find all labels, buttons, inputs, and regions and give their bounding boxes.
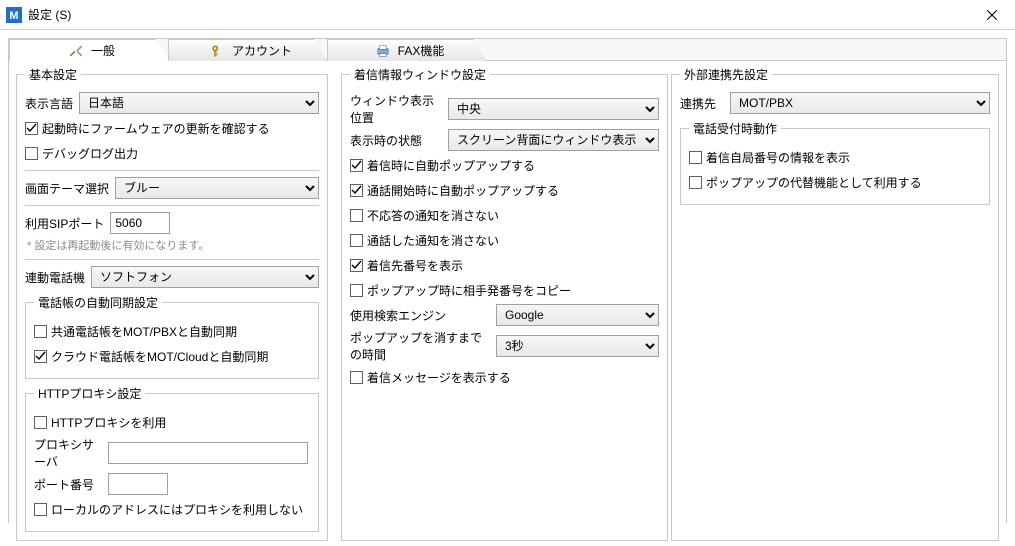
theme-label: 画面テーマ選択 bbox=[25, 180, 109, 197]
tab-general-label: 一般 bbox=[91, 42, 115, 59]
sip-port-input[interactable] bbox=[110, 212, 170, 234]
show-caller-label: 着信先番号を表示 bbox=[367, 257, 463, 274]
auto-popup-label: 着信時に自動ポップアップする bbox=[367, 157, 535, 174]
cloud-sync-checkbox[interactable]: クラウド電話帳をMOT/Cloudと自動同期 bbox=[34, 348, 268, 365]
dismiss-time-select[interactable]: 3秒 bbox=[496, 335, 659, 357]
keep-noanswer-label: 不応答の通知を消さない bbox=[367, 207, 499, 224]
keep-talked-checkbox[interactable]: 通話した通知を消さない bbox=[350, 232, 499, 249]
auto-popup-on-call-checkbox[interactable]: 通話開始時に自動ポップアップする bbox=[350, 182, 559, 199]
auto-popup-on-call-label: 通話開始時に自動ポップアップする bbox=[367, 182, 559, 199]
debug-log-label: デバッグログ出力 bbox=[42, 145, 138, 162]
external-dest-select[interactable]: MOT/PBX bbox=[730, 92, 990, 114]
show-message-label: 着信メッセージを表示する bbox=[367, 369, 511, 386]
divider bbox=[25, 259, 319, 260]
phone-label: 連動電話機 bbox=[25, 269, 85, 286]
startup-firmware-checkbox[interactable]: 起動時にファームウェアの更新を確認する bbox=[25, 120, 270, 137]
startup-firmware-label: 起動時にファームウェアの更新を確認する bbox=[42, 120, 270, 137]
phone-select[interactable]: ソフトフォン bbox=[91, 266, 319, 288]
use-proxy-checkbox[interactable]: HTTPプロキシを利用 bbox=[34, 414, 166, 431]
no-local-proxy-checkbox[interactable]: ローカルのアドレスにはプロキシを利用しない bbox=[34, 501, 303, 518]
group-http-proxy: HTTPプロキシ設定 HTTPプロキシを利用 プロキシサーバ ポート番号 bbox=[25, 385, 319, 532]
cloud-sync-label: クラウド電話帳をMOT/Cloudと自動同期 bbox=[51, 348, 268, 365]
group-incoming-legend: 着信情報ウィンドウ設定 bbox=[350, 66, 490, 83]
theme-select[interactable]: ブルー bbox=[115, 177, 319, 199]
window-position-label: ウィンドウ表示位置 bbox=[350, 92, 442, 126]
show-own-label: 着信自局番号の情報を表示 bbox=[706, 149, 850, 166]
group-phonebook-sync: 電話帳の自動同期設定 共通電話帳をMOT/PBXと自動同期 クラウド電話帳をMO… bbox=[25, 294, 319, 379]
keep-noanswer-checkbox[interactable]: 不応答の通知を消さない bbox=[350, 207, 499, 224]
group-incoming-action-legend: 電話受付時動作 bbox=[689, 120, 781, 137]
proxy-server-label: プロキシサーバ bbox=[34, 436, 102, 470]
search-engine-label: 使用検索エンジン bbox=[350, 307, 490, 324]
no-local-proxy-label: ローカルのアドレスにはプロキシを利用しない bbox=[51, 501, 303, 518]
key-icon bbox=[210, 44, 224, 58]
search-engine-select[interactable]: Google bbox=[496, 304, 659, 326]
divider bbox=[25, 205, 319, 206]
display-language-select[interactable]: 日本語 bbox=[79, 92, 319, 114]
tab-account-label: アカウント bbox=[232, 42, 292, 59]
tab-strip: 一般 アカウント FAX機能 bbox=[9, 39, 1006, 61]
tab-account[interactable]: アカウント bbox=[168, 39, 328, 61]
group-incoming-action: 電話受付時動作 着信自局番号の情報を表示 ポップアップの代替機能として利用する bbox=[680, 120, 990, 205]
window-close-button[interactable] bbox=[971, 1, 1013, 29]
sip-port-label: 利用SIPポート bbox=[25, 215, 104, 232]
keep-talked-label: 通話した通知を消さない bbox=[367, 232, 499, 249]
fax-icon bbox=[376, 44, 390, 58]
show-caller-checkbox[interactable]: 着信先番号を表示 bbox=[350, 257, 463, 274]
tab-fax[interactable]: FAX機能 bbox=[327, 39, 487, 61]
dismiss-time-label: ポップアップを消すまでの時間 bbox=[350, 329, 490, 363]
external-dest-label: 連携先 bbox=[680, 95, 724, 112]
debug-log-checkbox[interactable]: デバッグログ出力 bbox=[25, 145, 138, 162]
proxy-port-label: ポート番号 bbox=[34, 476, 102, 493]
window-position-select[interactable]: 中央 bbox=[448, 98, 659, 120]
tab-fax-label: FAX機能 bbox=[398, 42, 445, 59]
copy-caller-checkbox[interactable]: ポップアップ時に相手発番号をコピー bbox=[350, 282, 571, 299]
group-basic: 基本設定 表示言語 日本語 起動時にファームウェアの更新を確認する bbox=[16, 66, 328, 541]
app-icon: M bbox=[6, 7, 22, 23]
proxy-server-input[interactable] bbox=[108, 442, 308, 464]
window-title: 設定 (S) bbox=[28, 6, 71, 23]
use-alt-checkbox[interactable]: ポップアップの代替機能として利用する bbox=[689, 174, 922, 191]
group-http-proxy-legend: HTTPプロキシ設定 bbox=[34, 385, 145, 402]
svg-text:M: M bbox=[9, 10, 18, 22]
divider bbox=[25, 170, 319, 171]
display-language-label: 表示言語 bbox=[25, 95, 73, 112]
tools-icon bbox=[69, 44, 83, 58]
sip-port-note: * 設定は再起動後に有効になります。 bbox=[27, 237, 319, 253]
auto-popup-checkbox[interactable]: 着信時に自動ポップアップする bbox=[350, 157, 535, 174]
group-external: 外部連携先設定 連携先 MOT/PBX 電話受付時動作 着信自局番号の情報を表示 bbox=[671, 66, 999, 541]
window-state-select[interactable]: スクリーン背面にウィンドウ表示 bbox=[448, 129, 659, 151]
group-basic-legend: 基本設定 bbox=[25, 66, 81, 83]
close-icon bbox=[987, 10, 997, 20]
use-proxy-label: HTTPプロキシを利用 bbox=[51, 414, 166, 431]
common-sync-checkbox[interactable]: 共通電話帳をMOT/PBXと自動同期 bbox=[34, 323, 237, 340]
proxy-port-input[interactable] bbox=[108, 473, 168, 495]
group-phonebook-sync-legend: 電話帳の自動同期設定 bbox=[34, 294, 162, 311]
use-alt-label: ポップアップの代替機能として利用する bbox=[706, 174, 922, 191]
show-own-checkbox[interactable]: 着信自局番号の情報を表示 bbox=[689, 149, 850, 166]
tab-general[interactable]: 一般 bbox=[9, 39, 169, 61]
show-message-checkbox[interactable]: 着信メッセージを表示する bbox=[350, 369, 511, 386]
window-state-label: 表示時の状態 bbox=[350, 132, 442, 149]
copy-caller-label: ポップアップ時に相手発番号をコピー bbox=[367, 282, 571, 299]
common-sync-label: 共通電話帳をMOT/PBXと自動同期 bbox=[51, 323, 237, 340]
group-incoming: 着信情報ウィンドウ設定 ウィンドウ表示位置 中央 表示時の状態 スクリーン背面に… bbox=[341, 66, 668, 541]
group-external-legend: 外部連携先設定 bbox=[680, 66, 772, 83]
